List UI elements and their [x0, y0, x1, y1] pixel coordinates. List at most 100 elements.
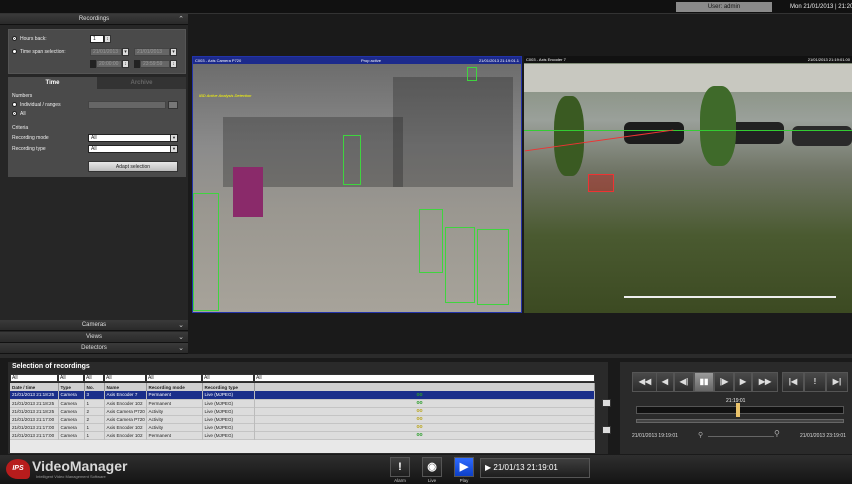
- step-back-button[interactable]: ◀|: [674, 372, 694, 392]
- recording-type-select[interactable]: All ▼: [88, 145, 178, 153]
- radio-individual[interactable]: [12, 102, 17, 108]
- cell-type: Camera: [58, 423, 85, 431]
- permanent-icon: oo: [416, 391, 423, 398]
- date-to-dropdown-icon[interactable]: ▾: [170, 48, 177, 56]
- column-type[interactable]: Type: [58, 383, 85, 391]
- date-to-input[interactable]: 21/01/2013: [134, 48, 170, 56]
- alarm-button[interactable]: !: [390, 457, 410, 477]
- playback-timeline[interactable]: [636, 406, 844, 414]
- recording-mode-label: Recording mode: [12, 135, 49, 141]
- alarm-marker-button[interactable]: !: [804, 372, 826, 392]
- track-bar: [624, 296, 836, 298]
- recordings-header[interactable]: Recordings ⌃: [0, 14, 188, 25]
- ips-logo: IPS: [6, 459, 30, 479]
- date-from-input[interactable]: 21/01/2013: [90, 48, 122, 56]
- zoom-slider[interactable]: [708, 436, 774, 437]
- pause-button[interactable]: ▮▮: [694, 372, 714, 392]
- camera-view-1[interactable]: C003 - Axis Camera P720 Prop active 21/0…: [192, 56, 522, 313]
- forward-fast-button[interactable]: ▶▶: [752, 372, 778, 392]
- hours-spinner-icon[interactable]: ↕: [104, 35, 111, 43]
- chevron-down-icon[interactable]: ▼: [170, 146, 177, 152]
- cell-mode: Permanent: [146, 391, 203, 399]
- playback-range-slider[interactable]: [636, 419, 844, 423]
- table-row[interactable]: 21/01/2013 21:18:25 Camera 3 Axis Encoder 7…: [10, 391, 595, 399]
- filter-rtype[interactable]: All: [202, 374, 254, 382]
- zoom-out-icon[interactable]: ⚲: [698, 431, 703, 439]
- individual-input[interactable]: [88, 101, 166, 109]
- camera-2-titlebar: C003 - Axis Encoder 7 21/01/2013 21:19:0…: [524, 56, 852, 63]
- tab-bar: Time Archive: [8, 77, 186, 89]
- rewind-fast-button[interactable]: ◀◀: [632, 372, 658, 392]
- collapse-up-icon[interactable]: ⌃: [178, 14, 184, 25]
- table-row[interactable]: 21/01/2013 21:17:00 Camera 2 Axis Camera P7…: [10, 415, 595, 423]
- table-row[interactable]: 21/01/2013 21:17:00 Camera 1 Axis Encoder 1…: [10, 423, 595, 431]
- time-from-input[interactable]: 20:00:00: [96, 60, 122, 68]
- table-row[interactable]: 21/01/2013 21:17:00 Camera 1 Axis Encoder 1…: [10, 431, 595, 439]
- individual-option[interactable]: Individual / ranges: [12, 102, 61, 108]
- filter-type[interactable]: All: [58, 374, 84, 382]
- filter-extra[interactable]: All: [254, 374, 595, 382]
- column-datetime[interactable]: Date / time: [10, 383, 59, 391]
- chevron-down-icon[interactable]: ▼: [170, 135, 177, 141]
- adapt-selection-button[interactable]: Adapt selection: [88, 161, 178, 172]
- splitter[interactable]: [0, 354, 852, 358]
- column-rtype[interactable]: Recording type: [202, 383, 255, 391]
- table-row[interactable]: 21/01/2013 21:18:25 Camera 1 Axis Encoder 1…: [10, 399, 595, 407]
- radio-time-span[interactable]: [12, 49, 17, 55]
- live-button[interactable]: ◉: [422, 457, 442, 477]
- user-badge[interactable]: User: admin: [676, 2, 772, 12]
- camera-view-2[interactable]: C003 - Axis Encoder 7 21/01/2013 21:19:0…: [524, 56, 852, 313]
- time-to-input[interactable]: 23:59:59: [140, 60, 170, 68]
- playback-datetime-display[interactable]: ▶ 21/01/13 21:19:01: [480, 458, 590, 478]
- numbers-picker-button[interactable]: [168, 101, 178, 109]
- hours-back-input[interactable]: 1: [90, 35, 104, 43]
- all-option[interactable]: All: [12, 111, 26, 117]
- filter-no[interactable]: All: [84, 374, 104, 382]
- time-to-spinner-icon[interactable]: ↕: [170, 60, 177, 68]
- timeline-cell: oo: [254, 391, 595, 399]
- recording-mode-select[interactable]: All ▼: [88, 134, 178, 142]
- column-mode[interactable]: Recording mode: [146, 383, 203, 391]
- detection-box: [477, 229, 509, 305]
- filter-name[interactable]: All: [104, 374, 146, 382]
- hours-back-option[interactable]: Hours back:: [12, 36, 47, 42]
- date-from-dropdown-icon[interactable]: ▾: [122, 48, 129, 56]
- detectors-header[interactable]: Detectors ⌄: [0, 343, 188, 354]
- tab-time[interactable]: Time: [8, 77, 97, 89]
- expand-down-icon[interactable]: ⌄: [178, 332, 184, 343]
- play-button[interactable]: ▶: [454, 457, 474, 477]
- time-span-option[interactable]: Time span selection:: [12, 49, 66, 55]
- table-row[interactable]: 21/01/2013 21:18:25 Camera 2 Axis Camera P7…: [10, 407, 595, 415]
- cell-no: 2: [84, 407, 105, 415]
- scroll-left-button[interactable]: [602, 399, 611, 407]
- cell-mode: Permanent: [146, 431, 203, 439]
- time-from-spinner-icon[interactable]: ↕: [122, 60, 129, 68]
- jump-end-button[interactable]: ▶|: [826, 372, 848, 392]
- tree: [700, 86, 736, 166]
- scroll-right-button[interactable]: [602, 426, 611, 434]
- radio-all[interactable]: [12, 111, 17, 117]
- step-forward-button[interactable]: |▶: [714, 372, 734, 392]
- expand-down-icon[interactable]: ⌄: [178, 343, 184, 354]
- radio-hours-back[interactable]: [12, 36, 17, 42]
- views-header[interactable]: Views ⌄: [0, 332, 188, 343]
- column-name[interactable]: Name: [104, 383, 147, 391]
- timeline-cell: oo: [254, 431, 595, 439]
- rewind-button[interactable]: ◀: [656, 372, 674, 392]
- expand-down-icon[interactable]: ⌄: [178, 320, 184, 331]
- permanent-icon: oo: [416, 400, 423, 406]
- recordings-table: Date / time Type No. Name Recording mode…: [10, 383, 595, 453]
- cameras-header[interactable]: Cameras ⌄: [0, 320, 188, 331]
- playback-position-marker[interactable]: [736, 403, 740, 417]
- zoom-in-icon[interactable]: ⚲: [774, 429, 780, 438]
- filter-date[interactable]: All: [10, 374, 58, 382]
- column-no[interactable]: No.: [84, 383, 105, 391]
- tab-archive[interactable]: Archive: [97, 77, 186, 89]
- clock: Mon 21/01/2013 | 21:20:2: [790, 4, 852, 10]
- filter-mode[interactable]: All: [146, 374, 202, 382]
- timeline-cell: oo: [254, 399, 595, 407]
- forward-button[interactable]: ▶: [734, 372, 752, 392]
- cell-rtype: Live (MJPEG): [202, 415, 255, 423]
- cell-name: Axis Camera P720: [104, 415, 147, 423]
- jump-start-button[interactable]: |◀: [782, 372, 804, 392]
